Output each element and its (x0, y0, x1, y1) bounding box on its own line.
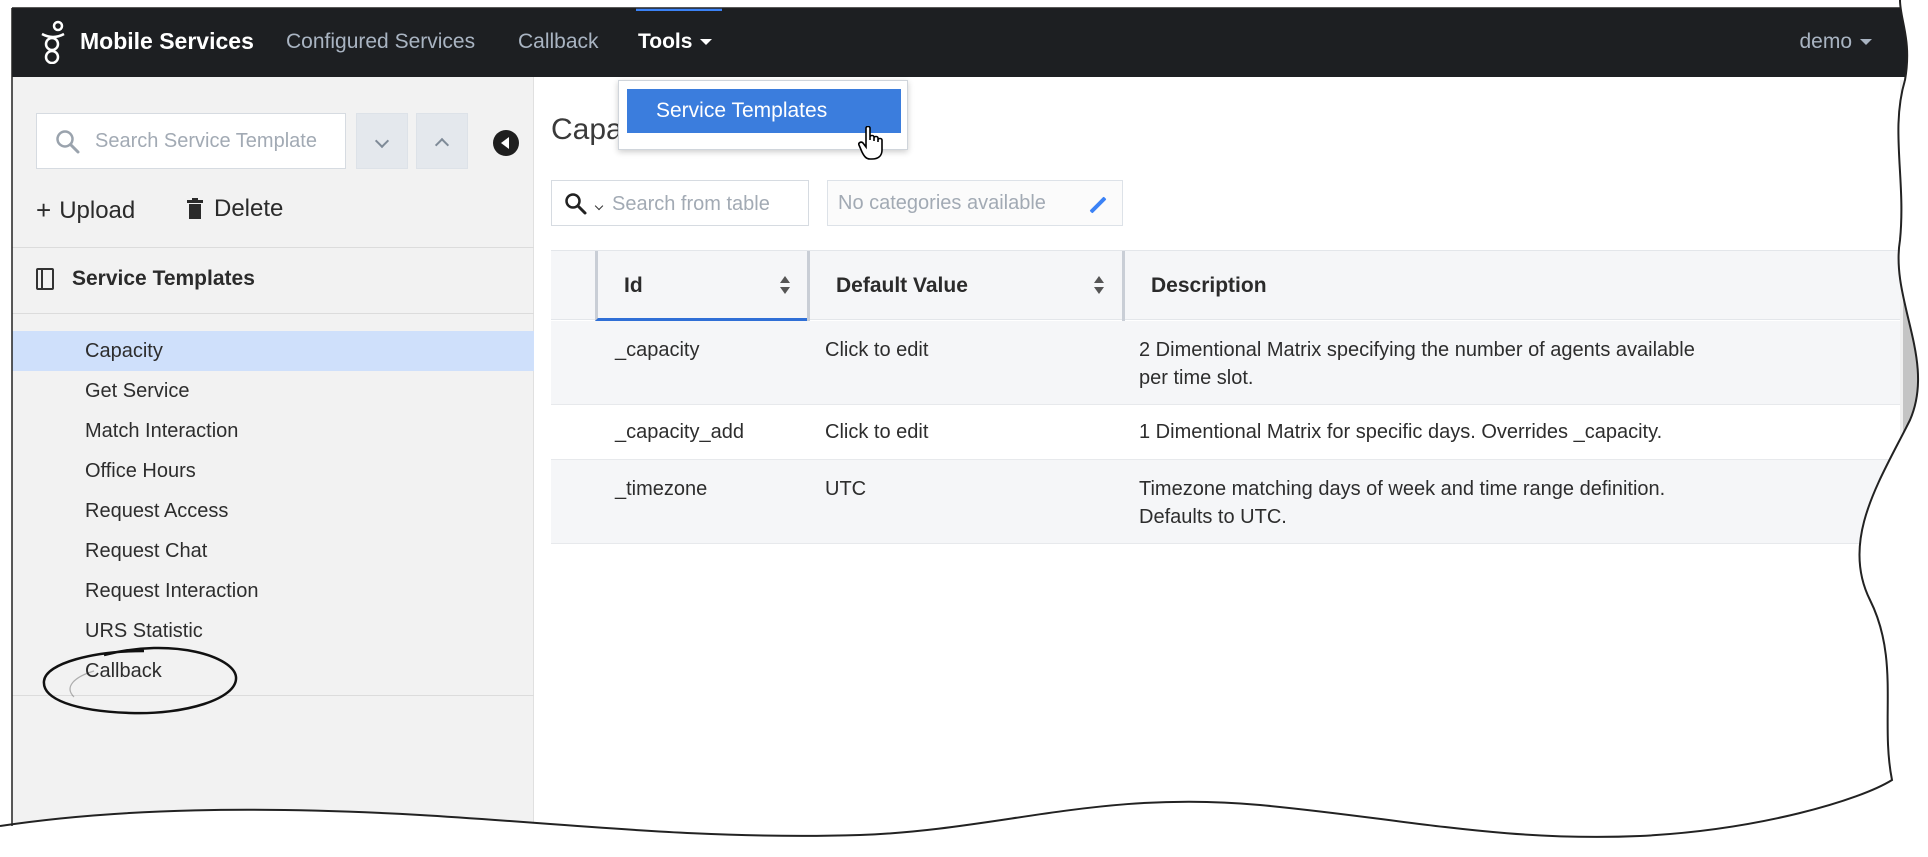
template-search-input[interactable] (95, 126, 340, 156)
column-header-label: Default Value (836, 274, 968, 297)
cell-description-line[interactable]: Defaults to UTC. (1139, 500, 1287, 534)
divider (12, 313, 534, 314)
upload-button[interactable]: + Upload (36, 195, 135, 226)
column-header-id[interactable]: Id (595, 251, 807, 321)
template-search-box (36, 113, 346, 169)
table-row[interactable]: _capacity_add Click to edit 1 Dimentiona… (551, 405, 1928, 460)
table-search-input[interactable] (612, 189, 802, 219)
search-icon (56, 130, 80, 154)
cell-description-line[interactable]: 1 Dimentional Matrix for specific days. … (1139, 415, 1662, 449)
cell-description-line[interactable]: per time slot. (1139, 361, 1253, 395)
scroll-up-icon[interactable] (1908, 90, 1920, 98)
delete-label: Delete (214, 195, 284, 222)
table-search-box (551, 180, 809, 226)
categories-text: No categories available (838, 192, 1046, 214)
nav-tools-menu[interactable]: Tools (638, 30, 713, 54)
nav-tools-label: Tools (638, 30, 693, 53)
template-list: Capacity Get Service Match Interaction O… (12, 331, 534, 691)
table-row[interactable]: _timezone UTC Timezone matching days of … (551, 460, 1928, 544)
template-item-get-service[interactable]: Get Service (12, 371, 534, 411)
divider (12, 695, 534, 696)
sidebar: + Upload Delete Service Templates Capaci… (12, 77, 534, 857)
nav-callback[interactable]: Callback (518, 30, 599, 54)
column-header-label: Description (1151, 274, 1267, 297)
user-name: demo (1799, 30, 1852, 53)
template-item-request-chat[interactable]: Request Chat (12, 531, 534, 571)
cell-id[interactable]: _capacity_add (615, 415, 744, 449)
user-menu[interactable]: demo (1799, 30, 1872, 54)
template-item-callback[interactable]: Callback (12, 651, 534, 691)
cell-id[interactable]: _capacity (615, 333, 700, 367)
template-item-urs-statistic[interactable]: URS Statistic (12, 611, 534, 651)
column-header-description[interactable]: Description (1122, 251, 1928, 321)
delete-button[interactable]: Delete (186, 195, 283, 223)
categories-field[interactable]: No categories available (827, 180, 1123, 226)
top-navbar: Mobile Services Configured Services Call… (12, 8, 1928, 77)
divider (12, 247, 534, 248)
nav-configured-services[interactable]: Configured Services (286, 30, 475, 54)
template-item-capacity[interactable]: Capacity (12, 331, 534, 371)
section-title: Service Templates (72, 267, 255, 290)
search-icon[interactable] (564, 192, 588, 216)
caret-down-icon (700, 39, 713, 46)
template-item-match-interaction[interactable]: Match Interaction (12, 411, 534, 451)
table-header: Id Default Value Description (551, 250, 1928, 321)
sort-ascending-button[interactable] (416, 113, 468, 169)
section-heading: Service Templates (36, 267, 255, 291)
template-item-office-hours[interactable]: Office Hours (12, 451, 534, 491)
collapse-sidebar-button[interactable] (493, 130, 519, 156)
chevron-down-icon[interactable] (594, 201, 604, 211)
tools-active-indicator (636, 8, 722, 11)
column-header-label: Id (624, 274, 643, 297)
template-item-request-interaction[interactable]: Request Interaction (12, 571, 534, 611)
app-window: Mobile Services Configured Services Call… (12, 8, 1928, 857)
chevron-up-icon (434, 137, 450, 153)
brand-title[interactable]: Mobile Services (80, 28, 254, 55)
genesys-logo-icon (41, 20, 65, 64)
chevron-down-icon (374, 133, 390, 149)
table-row[interactable]: _capacity Click to edit 2 Dimentional Ma… (551, 321, 1928, 405)
main-panel: Capacity No categories available Id Defa… (535, 77, 1928, 857)
trash-icon (187, 198, 203, 219)
sort-icon[interactable] (780, 276, 790, 296)
template-item-request-access[interactable]: Request Access (12, 491, 534, 531)
column-header-default-value[interactable]: Default Value (807, 251, 1122, 321)
vertical-scrollbar[interactable] (1900, 80, 1928, 857)
scrollbar-thumb[interactable] (1903, 110, 1925, 610)
pencil-icon[interactable] (1089, 196, 1107, 214)
hand-pointer-cursor-icon (858, 126, 883, 160)
upload-label: Upload (59, 196, 136, 224)
sort-icon[interactable] (1094, 276, 1104, 296)
document-icon (36, 268, 54, 290)
sort-descending-button[interactable] (356, 113, 408, 169)
cell-default-value[interactable]: UTC (825, 472, 866, 506)
cell-id[interactable]: _timezone (615, 472, 707, 506)
cell-default-value[interactable]: Click to edit (825, 415, 928, 449)
plus-icon: + (36, 195, 52, 225)
caret-down-icon (1860, 39, 1872, 46)
cell-default-value[interactable]: Click to edit (825, 333, 928, 367)
